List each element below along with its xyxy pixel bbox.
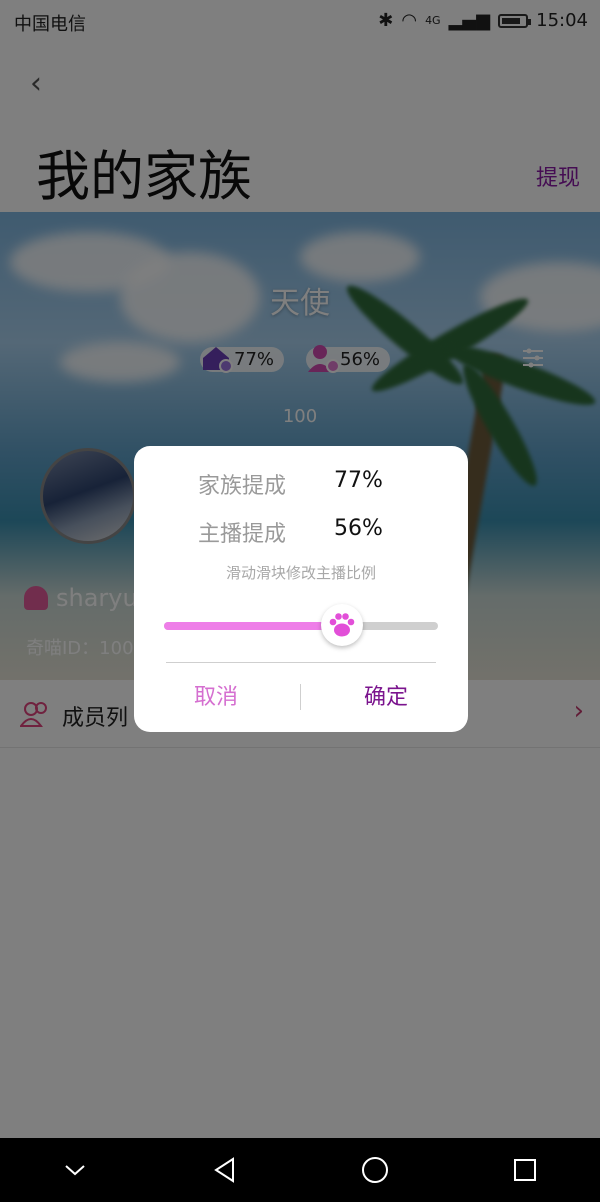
commission-slider-track[interactable] (164, 622, 438, 630)
system-nav-bar (0, 1138, 600, 1202)
family-commission-label: 家族提成 (197, 474, 286, 499)
button-separator (300, 684, 301, 710)
recents-nav-icon[interactable] (495, 1140, 555, 1200)
home-nav-icon[interactable] (345, 1140, 405, 1200)
cancel-button[interactable]: 取消 (136, 678, 296, 718)
slider-hint: 滑动滑块修改主播比例 (225, 564, 376, 582)
anchor-commission-value: 56% (334, 516, 383, 541)
commission-dialog: 家族提成 77% 主播提成 56% 滑动滑块修改主播比例 取消 确定 (134, 446, 468, 732)
collapse-icon[interactable] (45, 1140, 105, 1200)
anchor-commission-label: 主播提成 (197, 522, 286, 547)
family-commission-value: 77% (334, 468, 383, 493)
commission-slider-fill (164, 622, 343, 630)
back-nav-icon[interactable] (195, 1140, 255, 1200)
confirm-button[interactable]: 确定 (306, 678, 466, 718)
slider-thumb[interactable] (321, 604, 364, 646)
dialog-divider (166, 662, 436, 663)
paw-icon (329, 613, 355, 637)
